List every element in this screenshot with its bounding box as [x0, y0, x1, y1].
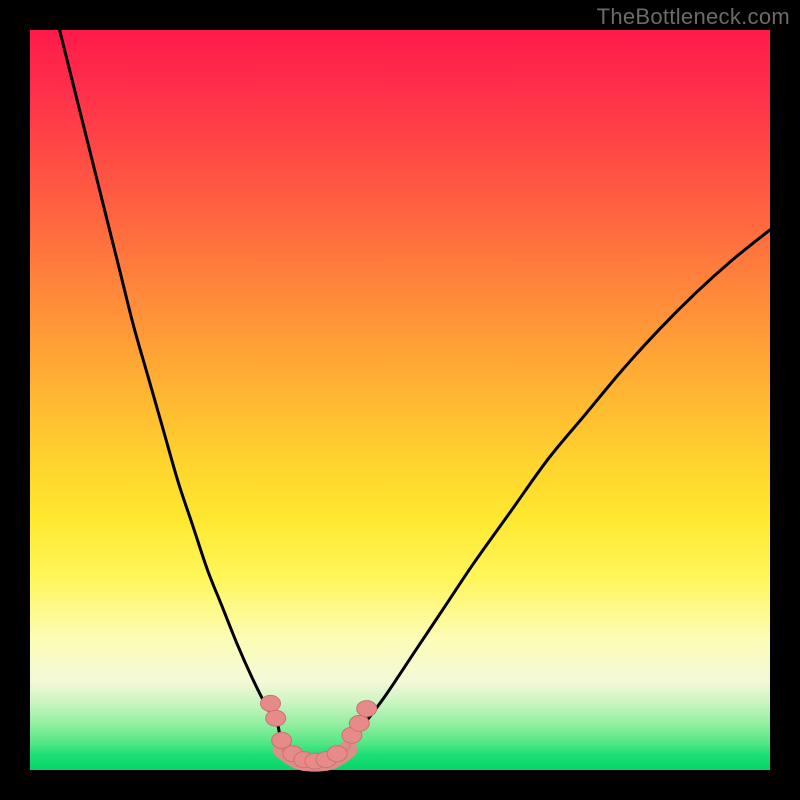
valley-marker	[261, 695, 281, 711]
valley-marker	[327, 746, 347, 762]
valley-marker	[266, 710, 286, 726]
plot-area	[30, 30, 770, 770]
bottleneck-curve	[60, 30, 770, 763]
curve-layer	[30, 30, 770, 770]
valley-marker	[357, 701, 377, 717]
valley-marker	[349, 715, 369, 731]
v-curve-path	[60, 30, 770, 763]
chart-frame: TheBottleneck.com	[0, 0, 800, 800]
watermark-text: TheBottleneck.com	[597, 4, 790, 30]
